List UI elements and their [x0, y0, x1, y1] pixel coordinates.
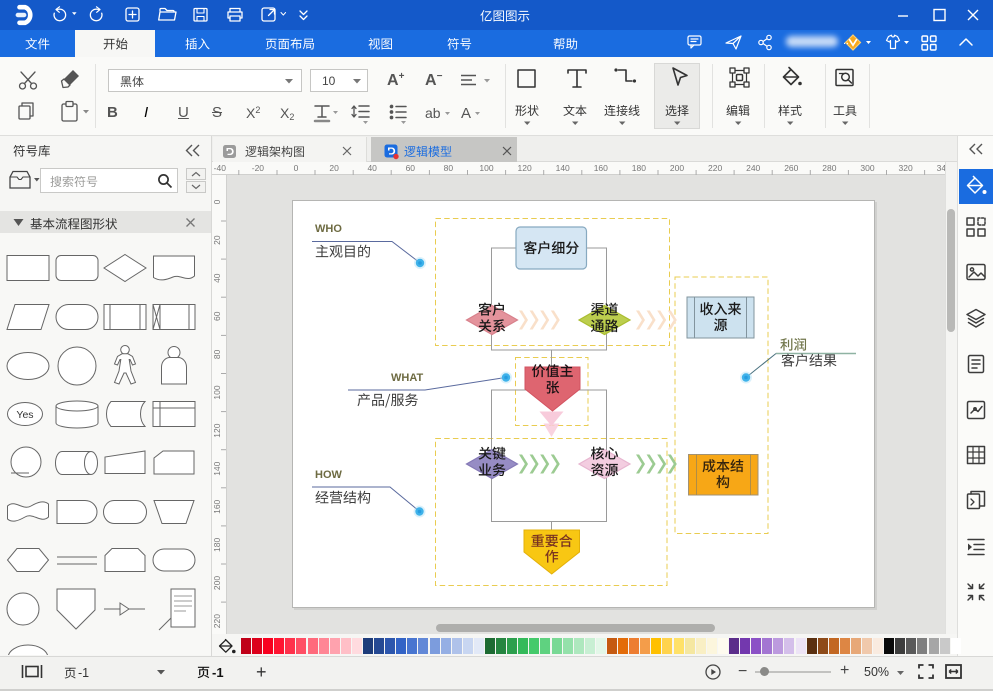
svg-text:40: 40 — [367, 163, 377, 173]
svg-text:340: 340 — [937, 163, 945, 173]
svg-text:HOW: HOW — [315, 469, 343, 481]
svg-text:120: 120 — [518, 163, 532, 173]
svg-text:320: 320 — [899, 163, 913, 173]
svg-text:WHO: WHO — [315, 223, 342, 235]
svg-text:200: 200 — [670, 163, 684, 173]
svg-text:0: 0 — [294, 163, 299, 173]
svg-text:20: 20 — [329, 163, 339, 173]
svg-text:240: 240 — [746, 163, 760, 173]
svg-text:-20: -20 — [252, 163, 265, 173]
svg-text:260: 260 — [784, 163, 798, 173]
svg-text:60: 60 — [406, 163, 416, 173]
svg-text:180: 180 — [632, 163, 646, 173]
svg-text:WHAT: WHAT — [391, 372, 423, 384]
svg-text:160: 160 — [594, 163, 608, 173]
svg-text:Yes: Yes — [16, 409, 33, 421]
svg-text:280: 280 — [822, 163, 836, 173]
svg-text:-40: -40 — [214, 163, 227, 173]
svg-text:80: 80 — [444, 163, 454, 173]
svg-text:ab: ab — [425, 105, 441, 121]
svg-text:140: 140 — [556, 163, 570, 173]
svg-text:100: 100 — [479, 163, 493, 173]
svg-text:220: 220 — [708, 163, 722, 173]
svg-text:300: 300 — [860, 163, 874, 173]
svg-text:A: A — [461, 105, 471, 122]
